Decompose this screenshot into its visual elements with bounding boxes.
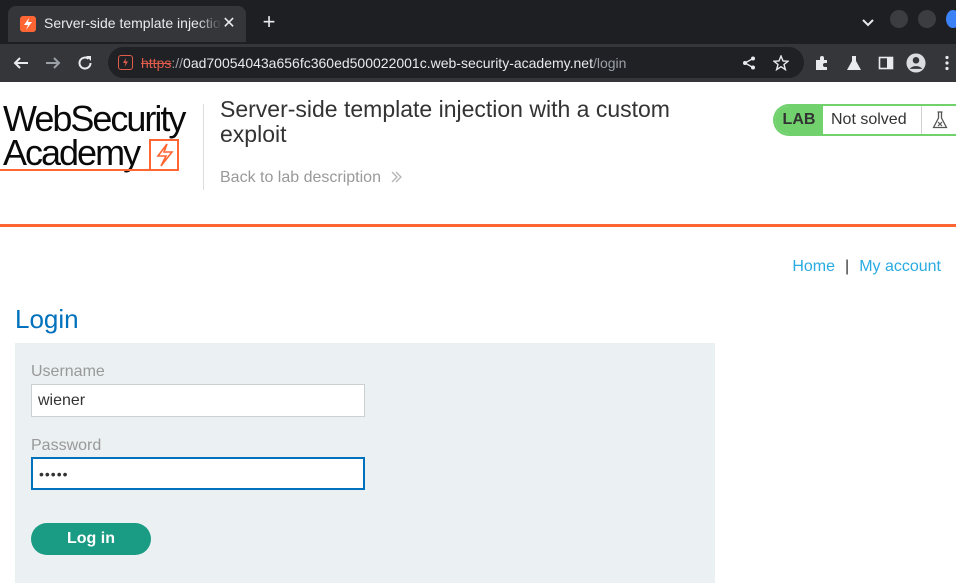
chevron-down-icon[interactable] <box>858 14 878 32</box>
lab-badge: LAB <box>775 106 823 134</box>
back-to-lab-description-link[interactable]: Back to lab description <box>220 169 403 187</box>
url-text: https://0ad70054043a656fc360ed500022001c… <box>141 55 627 71</box>
header-divider <box>203 104 204 190</box>
back-link-label: Back to lab description <box>220 169 381 186</box>
password-label: Password <box>31 437 102 454</box>
maximize-button[interactable] <box>918 10 936 28</box>
labs-flask-icon[interactable] <box>844 53 864 73</box>
browser-tab[interactable]: Server-side template injection with a cu… <box>8 6 246 42</box>
page-title: Login <box>15 304 79 334</box>
back-arrow-icon[interactable] <box>9 51 33 75</box>
web-security-academy-logo[interactable]: WebSecurity Academy <box>0 100 200 174</box>
lab-title: Server-side template injection with a cu… <box>220 96 670 147</box>
home-link[interactable]: Home <box>792 258 835 275</box>
reload-icon[interactable] <box>73 51 97 75</box>
login-form: Username wiener Password ••••• Log in <box>15 343 715 583</box>
top-navigation: Home | My account <box>792 258 941 276</box>
not-secure-icon[interactable] <box>118 55 133 70</box>
profile-avatar-icon[interactable] <box>906 53 926 73</box>
page-content: WebSecurity Academy Server-side template… <box>0 82 956 583</box>
window-close-button[interactable] <box>946 10 956 28</box>
lab-status-text: Not solved <box>831 111 907 128</box>
logo-flame-icon <box>0 139 179 171</box>
browser-toolbar: https://0ad70054043a656fc360ed500022001c… <box>0 44 956 82</box>
flask-icon <box>921 106 956 134</box>
extensions-puzzle-icon[interactable] <box>812 53 832 73</box>
log-in-button[interactable]: Log in <box>31 523 151 555</box>
kebab-menu-icon[interactable] <box>940 53 954 73</box>
double-chevron-right-icon <box>387 169 403 186</box>
nav-separator: | <box>845 258 850 275</box>
lab-status-widget: LAB Not solved <box>773 104 956 136</box>
new-tab-button[interactable]: + <box>258 11 280 34</box>
flame-icon <box>20 16 36 32</box>
side-panel-icon[interactable] <box>876 53 896 73</box>
close-icon[interactable]: ✕ <box>220 15 238 33</box>
minimize-button[interactable] <box>890 10 908 28</box>
forward-arrow-icon[interactable] <box>41 51 65 75</box>
address-bar[interactable]: https://0ad70054043a656fc360ed500022001c… <box>108 47 804 78</box>
password-input[interactable]: ••••• <box>31 457 365 490</box>
username-label: Username <box>31 363 105 380</box>
browser-tabstrip: Server-side template injection with a cu… <box>0 0 956 44</box>
share-icon[interactable] <box>740 54 758 72</box>
tab-title: Server-side template injection with a cu… <box>44 15 222 31</box>
my-account-link[interactable]: My account <box>859 258 941 275</box>
username-input[interactable]: wiener <box>31 384 365 417</box>
star-icon[interactable] <box>772 54 790 72</box>
header-rule <box>0 224 956 227</box>
